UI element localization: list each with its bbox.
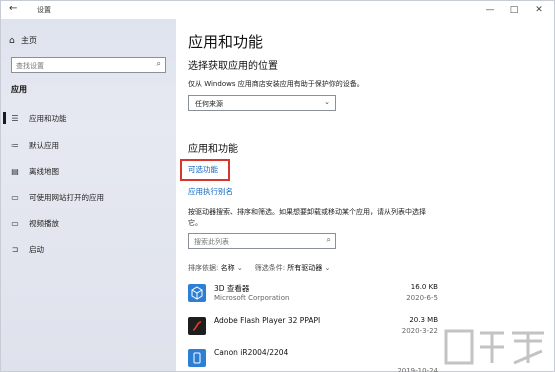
- sidebar-item-label: 离线地图: [29, 166, 59, 176]
- app-size: 16.0 KB: [410, 283, 438, 291]
- back-arrow-icon[interactable]: ←: [9, 3, 17, 14]
- list-icon: ☰: [11, 113, 19, 123]
- sidebar-item-website-apps[interactable]: ▭ 可使用网站打开的应用: [1, 187, 176, 207]
- settings-window: ← 设置 — □ ✕ ⌂ 主页 查找设置 ⌕ 应用 ☰ 应用和功能 ≔ 默认应用…: [0, 0, 555, 372]
- chevron-down-icon: ⌄: [236, 264, 243, 272]
- list-item[interactable]: Canon iR2004/2204 2019-10-24: [188, 346, 438, 372]
- page-title: 应用和功能: [188, 33, 264, 51]
- sort-filter-bar: 排序依据: 名称 ⌄ 筛选条件: 所有驱动器 ⌄: [188, 263, 330, 273]
- close-button[interactable]: ✕: [528, 3, 550, 17]
- sidebar-item-video-playback[interactable]: ▭ 视频播放: [1, 213, 176, 233]
- watermark-logo: [444, 329, 544, 365]
- install-source-select[interactable]: 任何来源 ⌄: [188, 95, 336, 111]
- sort-label: 排序依据:: [188, 264, 219, 272]
- map-icon: ▤: [11, 166, 19, 176]
- filter-label: 筛选条件:: [254, 264, 286, 272]
- app-name: 3D 查看器: [214, 284, 250, 293]
- optional-features-link[interactable]: 可选功能: [188, 164, 218, 175]
- sidebar-home-label: 主页: [21, 36, 37, 45]
- maximize-button[interactable]: □: [503, 3, 525, 17]
- video-icon: ▭: [11, 218, 19, 228]
- app-date: 2019-10-24: [397, 367, 438, 372]
- filter-value: 所有驱动器: [287, 264, 323, 272]
- app-name: Canon iR2004/2204: [214, 348, 289, 357]
- title-bar: ← 设置 — □ ✕: [1, 1, 554, 19]
- sidebar-item-label: 启动: [29, 244, 44, 254]
- startup-icon: ⊐: [11, 244, 19, 254]
- sidebar-item-startup[interactable]: ⊐ 启动: [1, 239, 176, 259]
- sidebar-item-label: 视频播放: [29, 218, 59, 228]
- sidebar-item-label: 可使用网站打开的应用: [29, 192, 104, 202]
- chevron-down-icon: ⌄: [324, 98, 330, 106]
- sidebar-item-label: 应用和功能: [29, 113, 67, 123]
- sidebar-search-input[interactable]: 查找设置 ⌕: [11, 57, 166, 73]
- search-icon: ⌕: [156, 59, 161, 68]
- install-source-value: 任何来源: [195, 100, 223, 108]
- chevron-down-icon: ⌄: [324, 264, 331, 272]
- sidebar-item-default-apps[interactable]: ≔ 默认应用: [1, 135, 176, 155]
- app-name: Adobe Flash Player 32 PPAPI: [214, 316, 321, 325]
- search-icon: ⌕: [326, 235, 331, 244]
- install-source-description: 仅从 Windows 应用商店安装应用有助于保护你的设备。: [188, 80, 364, 88]
- default-apps-icon: ≔: [11, 140, 19, 150]
- app-size: 20.3 MB: [409, 316, 438, 324]
- flash-player-icon: [188, 317, 206, 335]
- list-item[interactable]: Adobe Flash Player 32 PPAPI 20.3 MB 2020…: [188, 314, 438, 346]
- apps-features-heading: 应用和功能: [188, 144, 238, 155]
- website-apps-icon: ▭: [11, 192, 19, 202]
- app-date: 2020-6-5: [406, 294, 438, 302]
- apps-list-description: 按驱动器搜索、排序和筛选。如果想要卸载或移动某个应用，请从列表中选择它。: [188, 208, 426, 227]
- home-icon: ⌂: [9, 35, 15, 46]
- sort-value: 名称: [220, 264, 235, 272]
- 3d-viewer-icon: [188, 284, 206, 302]
- minimize-button[interactable]: —: [479, 3, 501, 17]
- list-item[interactable]: 3D 查看器 Microsoft Corporation 16.0 KB 202…: [188, 281, 438, 313]
- apps-search-placeholder: 搜索此列表: [194, 238, 229, 246]
- sidebar-home[interactable]: ⌂ 主页: [9, 35, 37, 46]
- window-title: 设置: [37, 6, 51, 14]
- app-publisher: Microsoft Corporation: [214, 294, 290, 302]
- sidebar-item-label: 默认应用: [29, 140, 59, 150]
- main-content: 应用和功能 选择获取应用的位置 仅从 Windows 应用商店安装应用有助于保护…: [176, 19, 554, 372]
- sidebar-item-apps-features[interactable]: ☰ 应用和功能: [1, 108, 176, 128]
- filter-dropdown[interactable]: 筛选条件: 所有驱动器 ⌄: [255, 263, 331, 273]
- sidebar-item-offline-maps[interactable]: ▤ 离线地图: [1, 161, 176, 181]
- apps-search-input[interactable]: 搜索此列表 ⌕: [188, 233, 336, 249]
- install-source-heading: 选择获取应用的位置: [188, 61, 278, 72]
- canon-printer-icon: [188, 349, 206, 367]
- app-aliases-link[interactable]: 应用执行别名: [188, 186, 233, 197]
- sidebar-search-placeholder: 查找设置: [16, 62, 44, 70]
- sidebar-section-label: 应用: [11, 85, 27, 94]
- sort-dropdown[interactable]: 排序依据: 名称 ⌄: [188, 263, 243, 273]
- app-date: 2020-3-22: [401, 327, 438, 335]
- sidebar: ⌂ 主页 查找设置 ⌕ 应用 ☰ 应用和功能 ≔ 默认应用 ▤ 离线地图 ▭ 可…: [1, 19, 176, 371]
